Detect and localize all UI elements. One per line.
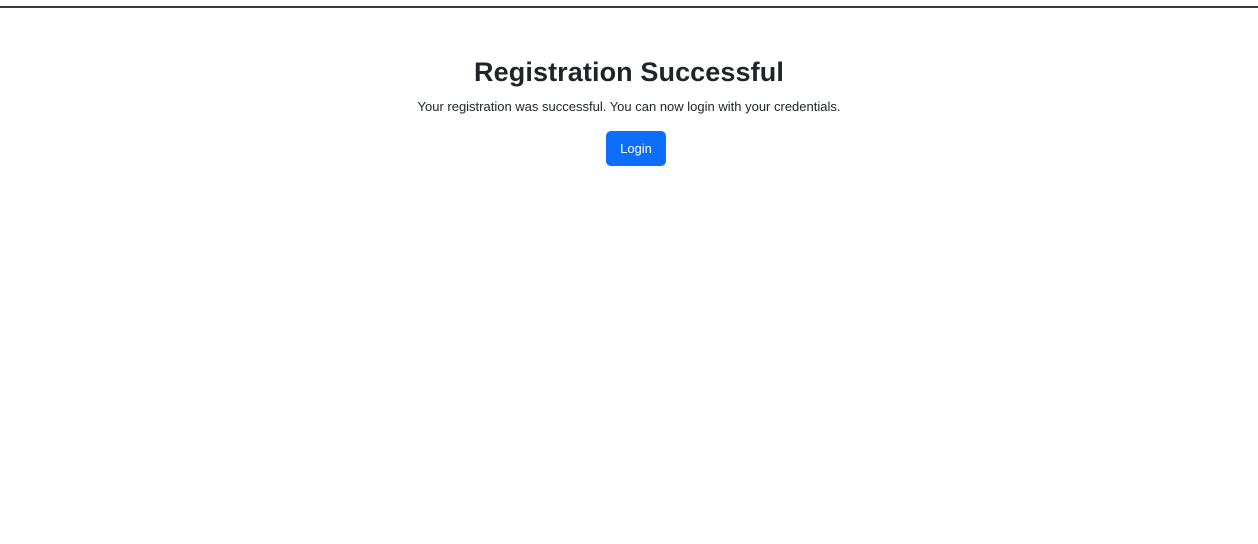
page-title: Registration Successful bbox=[474, 57, 784, 87]
success-message: Your registration was successful. You ca… bbox=[417, 99, 841, 114]
login-button[interactable]: Login bbox=[606, 131, 666, 166]
top-border-divider bbox=[0, 6, 1258, 8]
